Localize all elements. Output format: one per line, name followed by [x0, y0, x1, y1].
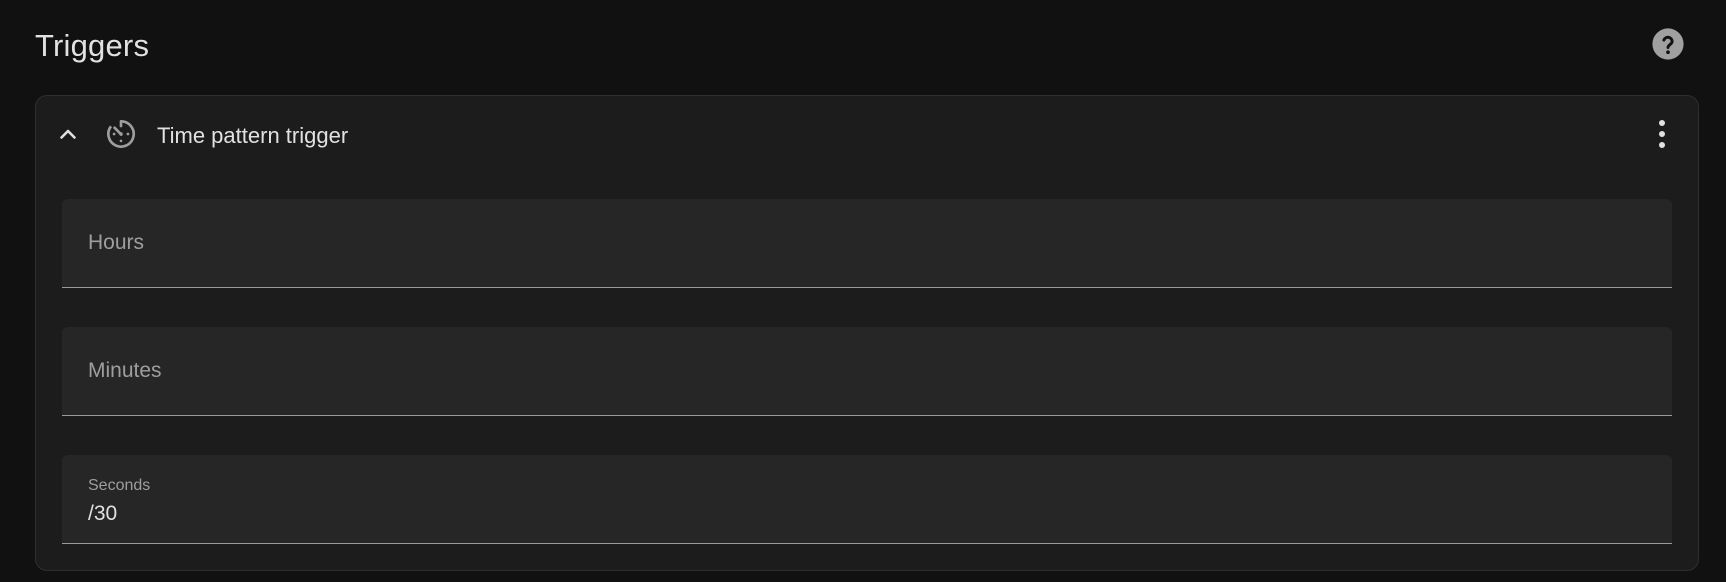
overflow-menu-button[interactable]	[1644, 116, 1680, 156]
trigger-type-icon-wrap	[103, 118, 139, 154]
triggers-section-header: Triggers	[35, 24, 1686, 68]
seconds-field[interactable]: Seconds	[62, 455, 1672, 544]
dots-vertical-icon	[1657, 119, 1667, 154]
hours-input[interactable]	[88, 229, 1652, 259]
minutes-field[interactable]: Minutes	[62, 327, 1672, 416]
minutes-input[interactable]	[88, 357, 1652, 387]
automation-editor: Triggers Time pattern trigger Hours Minu…	[0, 0, 1726, 582]
trigger-title: Time pattern trigger	[157, 123, 349, 148]
trigger-card-header[interactable]: Time pattern trigger	[36, 96, 1698, 174]
trigger-card: Time pattern trigger Hours Minutes Secon…	[35, 95, 1699, 571]
help-button[interactable]	[1650, 27, 1686, 66]
collapse-button[interactable]	[50, 118, 86, 154]
timer-outline-icon	[105, 118, 137, 155]
chevron-up-icon	[56, 122, 80, 151]
seconds-label: Seconds	[88, 477, 151, 494]
help-circle-icon	[1651, 27, 1685, 66]
hours-field[interactable]: Hours	[62, 199, 1672, 288]
section-title: Triggers	[35, 28, 150, 63]
seconds-input[interactable]	[88, 499, 1652, 529]
